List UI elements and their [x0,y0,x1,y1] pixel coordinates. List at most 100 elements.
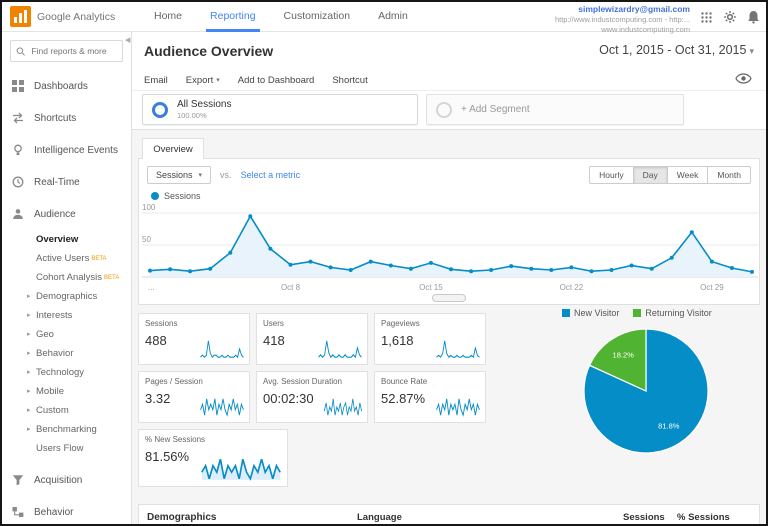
tab-overview[interactable]: Overview [142,138,204,159]
google-analytics-logo[interactable] [10,6,31,27]
sidebar-subitem-label: Demographics [36,291,98,302]
sidebar-item-technology[interactable]: ▸ Technology [2,363,131,382]
sidebar-item-custom[interactable]: ▸ Custom [2,401,131,420]
add-to-dashboard-button[interactable]: Add to Dashboard [238,75,315,86]
chart-scroll-handle[interactable] [432,294,466,302]
sidebar-item-cohort-analysis[interactable]: Cohort Analysis BETA [2,268,131,287]
divider [132,90,766,91]
metric-card-avg-session-duration[interactable]: Avg. Session Duration 00:02:30 [256,371,368,423]
account-property-line1: http://www.industcomputing.com - http:..… [554,15,690,25]
nav-item-admin[interactable]: Admin [364,2,422,32]
search-input[interactable] [29,45,117,57]
svg-text:81.8%: 81.8% [658,422,680,431]
sidebar-item-interests[interactable]: ▸ Interests [2,306,131,325]
sidebar-subitem-label: Behavior [36,348,74,359]
expand-caret-icon: ▸ [27,312,31,319]
sidebar-item-intelligence-events[interactable]: Intelligence Events [2,134,131,166]
metric-label: % New Sessions [145,435,206,444]
sidebar-item-users-flow[interactable]: Users Flow [2,439,131,458]
metric-card-pages-per-session[interactable]: Pages / Session 3.32 [138,371,250,423]
all-sessions-segment[interactable]: All Sessions 100.00% [142,94,418,125]
pct-sessions-column-header[interactable]: % Sessions [677,512,730,523]
sidebar-subitem-label: Interests [36,310,73,321]
sidebar-item-label: Shortcuts [34,112,77,124]
sidebar-item-benchmarking[interactable]: ▸ Benchmarking [2,420,131,439]
sidebar-item-real-time[interactable]: Real-Time [2,166,131,198]
segment-builder: All Sessions 100.00% + Add Segment [142,94,684,125]
granularity-month-button[interactable]: Month [708,166,751,184]
legend-new-visitor[interactable]: New Visitor [562,308,619,318]
sessions-column-header[interactable]: Sessions [623,512,665,523]
select-metric-link[interactable]: Select a metric [241,170,301,180]
account-switcher[interactable]: simplewizardry@gmail.com http://www.indu… [555,4,690,35]
sidebar-item-demographics[interactable]: ▸ Demographics [2,287,131,306]
sidebar-item-geo[interactable]: ▸ Geo [2,325,131,344]
sidebar-collapse-button[interactable]: ◀ [125,36,130,44]
svg-text:...: ... [148,283,155,292]
bar-chart-logo-icon [14,10,27,23]
expand-caret-icon: ▸ [27,388,31,395]
bell-icon[interactable] [747,10,760,24]
account-email: simplewizardry@gmail.com [578,4,690,14]
nav-item-customization[interactable]: Customization [270,2,365,32]
selected-metric-label: Sessions [156,170,193,180]
metric-select-dropdown[interactable]: Sessions ▾ [147,166,212,184]
search-icon [16,46,26,56]
sidebar-subitem-label: Mobile [36,386,64,397]
date-range-picker[interactable]: Oct 1, 2015 - Oct 31, 2015 ▾ [599,43,754,57]
sidebar-subitem-label: Cohort Analysis [36,272,103,283]
report-search[interactable] [10,40,123,62]
report-header: Audience Overview Oct 1, 2015 - Oct 31, … [132,32,766,130]
sparkline-chart [200,340,244,359]
shortcut-button[interactable]: Shortcut [332,75,367,86]
person-icon [12,208,25,220]
primary-nav: Home Reporting Customization Admin [140,2,422,32]
expand-caret-icon: ▸ [27,369,31,376]
gear-icon[interactable] [723,10,737,24]
metric-card-sessions[interactable]: Sessions 488 [138,313,250,365]
metric-card-new-sessions[interactable]: % New Sessions 81.56% [138,429,288,487]
eye-icon[interactable] [735,73,752,84]
metric-card-bounce-rate[interactable]: Bounce Rate 52.87% [374,371,486,423]
sidebar-item-behavior[interactable]: Behavior [2,496,131,524]
granularity-week-button[interactable]: Week [667,166,709,184]
vs-label: vs. [220,170,232,180]
segment-percent: 100.00% [177,111,207,120]
sessions-legend-dot-icon [151,192,159,200]
sidebar-item-shortcuts[interactable]: Shortcuts [2,102,131,134]
svg-text:Oct 22: Oct 22 [560,283,584,292]
email-button[interactable]: Email [144,75,168,86]
language-column-header[interactable]: Language [357,512,402,523]
add-segment-button[interactable]: + Add Segment [426,94,684,125]
sidebar-item-label: Acquisition [34,474,83,486]
brand-title: Google Analytics [37,11,116,23]
chevron-down-icon: ▾ [216,77,220,84]
funnel-icon [12,474,25,486]
sidebar-item-audience[interactable]: Audience [2,198,131,230]
sidebar-item-dashboards[interactable]: Dashboards [2,70,131,102]
apps-grid-icon[interactable] [700,11,713,24]
nav-item-reporting[interactable]: Reporting [196,2,270,32]
metric-card-pageviews[interactable]: Pageviews 1,618 [374,313,486,365]
svg-text:Oct 29: Oct 29 [700,283,724,292]
granularity-day-button[interactable]: Day [633,166,668,184]
sidebar-subitem-label: Users Flow [36,443,84,454]
expand-caret-icon: ▸ [27,407,31,414]
sidebar-item-active-users[interactable]: Active Users BETA [2,249,131,268]
main-content: Audience Overview Oct 1, 2015 - Oct 31, … [132,32,766,524]
sidebar-item-acquisition[interactable]: Acquisition [2,464,131,496]
sidebar-item-behavior-sub[interactable]: ▸ Behavior [2,344,131,363]
export-button[interactable]: Export ▾ [186,75,220,86]
chevron-down-icon: ▾ [198,172,203,179]
nav-item-home[interactable]: Home [140,2,196,32]
sidebar-item-mobile[interactable]: ▸ Mobile [2,382,131,401]
report-toolbar: Email Export ▾ Add to Dashboard Shortcut [144,71,368,89]
add-segment-label: + Add Segment [461,104,530,115]
add-segment-ring-icon [436,101,452,118]
segment-ring-icon [152,101,168,118]
visitor-type-pie-chart: 81.8% 18.2% [583,328,709,454]
metric-card-users[interactable]: Users 418 [256,313,368,365]
granularity-hourly-button[interactable]: Hourly [589,166,634,184]
legend-returning-visitor[interactable]: Returning Visitor [633,308,712,318]
sidebar-item-overview[interactable]: Overview [2,230,131,249]
